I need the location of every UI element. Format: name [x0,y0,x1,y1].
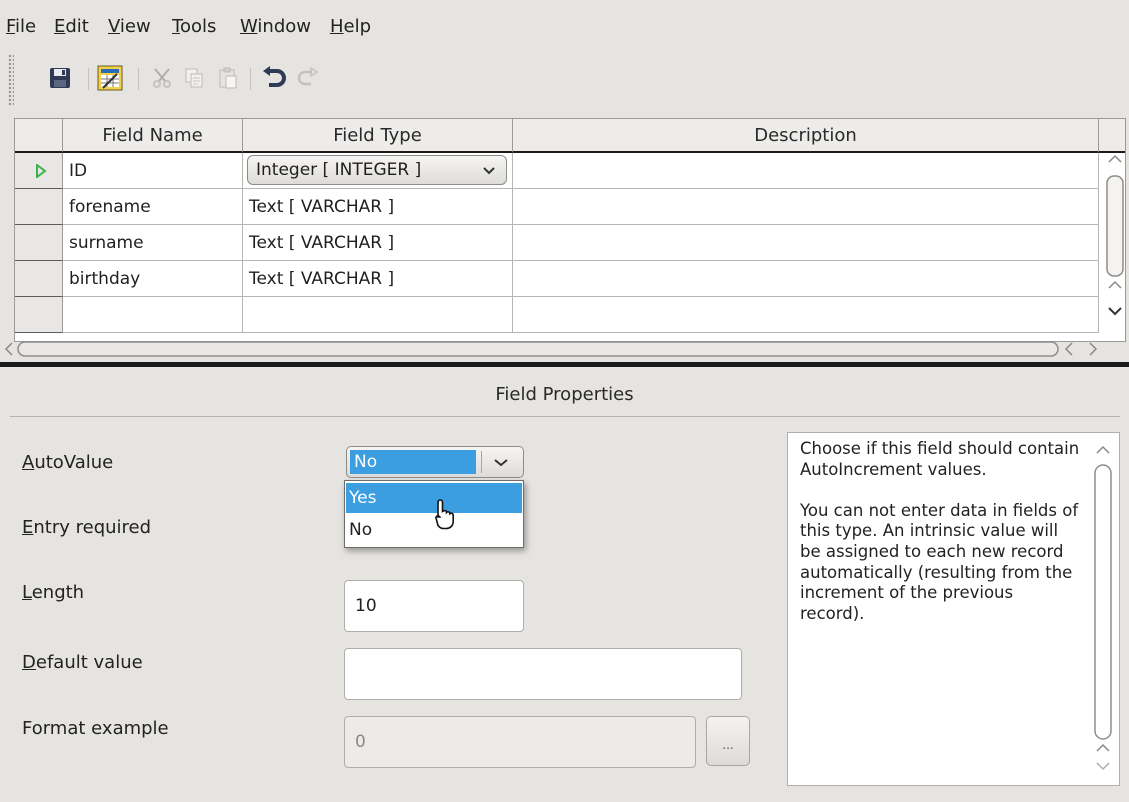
help-scrollbar[interactable] [1093,441,1113,777]
cell-field-name[interactable]: surname [63,225,243,261]
toolbar-separator [250,68,251,90]
cell-description[interactable] [513,297,1099,333]
length-input[interactable]: 10 [344,580,524,632]
entry-required-label: Entry required [22,517,152,538]
cell-field-type[interactable]: Text [ VARCHAR ] [243,225,513,261]
redo-icon [292,62,324,94]
help-text-box: Choose if this field should contain Auto… [787,432,1120,786]
length-label: Length [22,582,85,603]
field-table: Field Name Field Type Description ID Int… [14,118,1126,342]
menu-file[interactable]: File [6,16,36,37]
row-selector[interactable] [15,189,63,225]
column-header-field-name[interactable]: Field Name [63,119,243,153]
undo-icon[interactable] [258,62,290,94]
toolbar-separator [88,68,89,90]
menu-bar: File Edit View Tools Window Help [0,0,1129,48]
row-selector[interactable] [15,297,63,333]
menu-window[interactable]: Window [240,16,311,37]
cell-field-name[interactable] [63,297,243,333]
help-text: Choose if this field should contain Auto… [800,439,1080,623]
format-example-field: 0 [344,716,696,768]
row-header-corner [15,119,63,153]
default-value-label: Default value [22,652,143,673]
cell-field-name[interactable]: ID [63,153,243,189]
default-value-input[interactable] [344,648,742,700]
format-example-label: Format example [22,718,169,739]
field-type-dropdown[interactable]: Integer [ INTEGER ] [247,155,507,185]
column-header-field-type[interactable]: Field Type [243,119,513,153]
table-row[interactable]: forename Text [ VARCHAR ] [15,189,1107,225]
table-vertical-scrollbar[interactable] [1104,152,1126,340]
column-header-filler [1099,119,1125,153]
cell-field-name[interactable]: forename [63,189,243,225]
chevron-down-icon [494,459,508,467]
save-icon[interactable] [44,62,76,94]
cell-description[interactable] [513,153,1099,189]
menu-view[interactable]: View [108,16,151,37]
cell-description[interactable] [513,225,1099,261]
table-row[interactable]: surname Text [ VARCHAR ] [15,225,1107,261]
cut-icon [146,62,178,94]
pane-divider[interactable] [0,362,1129,367]
menu-edit[interactable]: Edit [54,16,89,37]
cell-field-type[interactable]: Text [ VARCHAR ] [243,189,513,225]
table-design-icon[interactable] [94,62,126,94]
table-row[interactable]: birthday Text [ VARCHAR ] [15,261,1107,297]
table-row[interactable]: ID Integer [ INTEGER ] [15,153,1107,189]
row-selector[interactable] [15,225,63,261]
cell-field-type[interactable]: Text [ VARCHAR ] [243,261,513,297]
cell-field-type[interactable] [243,297,513,333]
mouse-pointer-icon [435,499,454,530]
copy-icon [178,62,210,94]
cell-description[interactable] [513,261,1099,297]
format-button[interactable]: ... [706,716,750,766]
chevron-down-icon [483,167,495,175]
current-row-arrow-icon [36,164,47,178]
menu-help[interactable]: Help [330,16,371,37]
autovalue-selected-value: No [350,450,476,474]
toolbar [0,48,1129,110]
column-header-description[interactable]: Description [513,119,1099,153]
paste-icon [212,62,244,94]
divider [10,416,1120,417]
toolbar-separator [138,68,139,90]
cell-description[interactable] [513,189,1099,225]
cell-field-name[interactable]: birthday [63,261,243,297]
cell-field-type[interactable]: Integer [ INTEGER ] [243,153,513,189]
table-row[interactable] [15,297,1107,333]
row-selector[interactable] [15,261,63,297]
field-properties-title: Field Properties [495,384,634,405]
autovalue-dropdown[interactable]: No [346,446,524,478]
field-type-value: Integer [ INTEGER ] [256,160,422,180]
menu-tools[interactable]: Tools [172,16,216,37]
autovalue-label: AutoValue [22,452,114,473]
toolbar-grip[interactable] [8,54,14,106]
dropdown-separator [481,451,482,473]
row-selector[interactable] [15,153,63,189]
